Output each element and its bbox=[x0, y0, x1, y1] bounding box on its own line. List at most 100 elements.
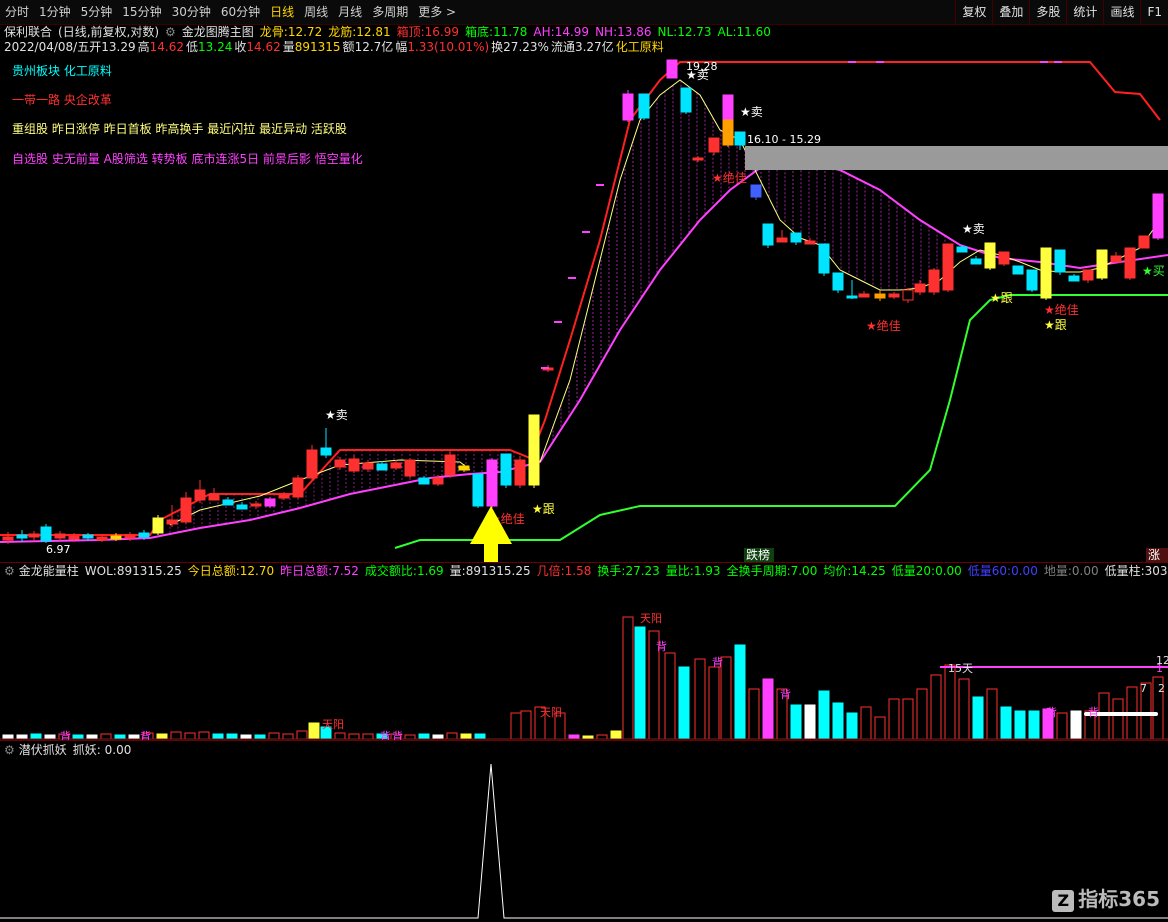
volume-bar bbox=[610, 730, 622, 740]
volume-bar bbox=[916, 688, 928, 740]
volume-bar bbox=[404, 734, 416, 740]
vol-param-key: 低量60: bbox=[967, 564, 1012, 578]
volume-bar bbox=[30, 733, 42, 740]
candle-body bbox=[708, 137, 720, 153]
volume-chart[interactable]: 天阳天阳天阳背背背背背背背背 背15天127 21 bbox=[0, 580, 1168, 740]
vol-param-value: 14.25 bbox=[851, 564, 886, 578]
candle-body bbox=[956, 246, 968, 253]
volume-bar bbox=[734, 644, 746, 740]
volume-bar bbox=[510, 712, 522, 740]
bottom-panel-header: ⚙ 潜伏抓妖 抓妖: 0.00 bbox=[0, 742, 131, 758]
candle-body bbox=[444, 454, 456, 476]
vol-param-value: 12.70 bbox=[239, 564, 275, 578]
volume-bar bbox=[972, 696, 984, 740]
vol-param-key: 低量柱: bbox=[1104, 564, 1145, 578]
scale-label: 7 bbox=[1140, 682, 1147, 695]
volume-bar bbox=[1112, 698, 1124, 740]
candle-body bbox=[138, 532, 150, 538]
volume-bar bbox=[212, 733, 224, 740]
volume-bar bbox=[634, 626, 646, 740]
vol-param-value: 1.69 bbox=[416, 564, 444, 578]
follow-signal: ★跟 bbox=[1044, 318, 1067, 332]
volume-bar bbox=[348, 733, 360, 740]
candle-body bbox=[722, 119, 734, 146]
volume-bar bbox=[254, 734, 266, 740]
volume-bar bbox=[888, 698, 900, 740]
range-box bbox=[745, 146, 1168, 170]
best-signal: ★绝佳 bbox=[712, 170, 747, 185]
vol-param-value: 0.00 bbox=[935, 564, 962, 578]
candle-body bbox=[166, 519, 178, 525]
candle-body bbox=[818, 243, 830, 274]
zhuayao-chart[interactable] bbox=[0, 760, 1168, 922]
volume-bar bbox=[282, 733, 294, 740]
candle-body bbox=[638, 93, 650, 119]
volume-bar bbox=[818, 690, 830, 740]
vol-param-key: 量: bbox=[449, 564, 466, 578]
gear-icon[interactable]: ⚙ bbox=[4, 743, 15, 757]
volume-bar bbox=[198, 731, 210, 740]
volume-bar bbox=[240, 734, 252, 740]
zhuayao-line bbox=[0, 763, 1168, 919]
candle-body bbox=[722, 94, 734, 121]
candle-body bbox=[776, 237, 788, 243]
candle-body bbox=[762, 223, 774, 246]
volume-bar bbox=[832, 702, 844, 740]
candle-body bbox=[846, 295, 858, 299]
candle-body bbox=[264, 498, 276, 507]
volume-bar bbox=[432, 734, 444, 740]
volume-bar bbox=[1000, 706, 1012, 740]
volume-bar bbox=[1028, 710, 1040, 740]
volume-bar bbox=[362, 733, 374, 740]
candle-body bbox=[902, 289, 914, 301]
volume-bar bbox=[958, 678, 970, 740]
bottom-indicator-name[interactable]: 潜伏抓妖 bbox=[19, 743, 67, 757]
vol-param-value: 303629.91 bbox=[1144, 564, 1168, 578]
volume-bar bbox=[860, 706, 872, 740]
candle-body bbox=[666, 59, 678, 79]
logo-icon: Z bbox=[1052, 890, 1075, 912]
candle-body bbox=[236, 504, 248, 510]
candle-body bbox=[40, 526, 52, 542]
candle-body bbox=[152, 517, 164, 534]
vol-param-key: 地量: bbox=[1043, 564, 1072, 578]
bei-label: 背 bbox=[1046, 705, 1057, 719]
candle-body bbox=[334, 459, 346, 468]
candle-body bbox=[1138, 235, 1150, 249]
candle-body bbox=[432, 477, 444, 485]
candle-body bbox=[984, 242, 996, 269]
candle-body bbox=[832, 272, 844, 291]
volume-bar bbox=[2, 734, 14, 740]
best-signal: ★绝佳 bbox=[1044, 302, 1079, 317]
candle-body bbox=[16, 534, 28, 539]
gear-icon[interactable]: ⚙ bbox=[4, 564, 15, 578]
volume-bar bbox=[226, 733, 238, 740]
vol-param-key: 昨日总额: bbox=[280, 564, 333, 578]
candle-body bbox=[1012, 265, 1024, 275]
candle-body bbox=[928, 269, 940, 293]
volume-bar bbox=[296, 730, 308, 740]
vol-param-value: 0.00 bbox=[1071, 564, 1099, 578]
candle-body bbox=[1152, 193, 1164, 239]
volume-indicator-name[interactable]: 金龙能量柱 bbox=[19, 564, 79, 578]
candle-body bbox=[362, 462, 374, 470]
volume-bar bbox=[520, 710, 532, 740]
candle-body bbox=[1124, 247, 1136, 279]
vol-param-value: 27.23 bbox=[625, 564, 660, 578]
yellow-ma-line-low bbox=[169, 459, 471, 526]
days-label: 15天 bbox=[948, 662, 973, 675]
range-box-label: 16.10 - 15.29 bbox=[747, 133, 821, 146]
bei-label: 背 bbox=[656, 639, 667, 653]
volume-bar bbox=[874, 716, 886, 740]
volume-bar bbox=[128, 734, 140, 740]
volume-bar bbox=[846, 712, 858, 740]
vol-param-value: 1.93 bbox=[693, 564, 721, 578]
candle-body bbox=[734, 131, 746, 146]
vol-param-key: 几倍: bbox=[536, 564, 565, 578]
volume-bar bbox=[86, 734, 98, 740]
buy-signal: ★买 bbox=[1142, 264, 1165, 278]
watermark: Z 指标365 bbox=[1052, 883, 1160, 912]
kline-chart[interactable]: 19.2816.10 - 15.296.97★卖★卖★卖★卖★跟★跟★跟★绝佳★… bbox=[0, 0, 1168, 562]
candle-body bbox=[222, 499, 234, 506]
bottom-indicator-value: 抓妖: 0.00 bbox=[72, 743, 132, 757]
